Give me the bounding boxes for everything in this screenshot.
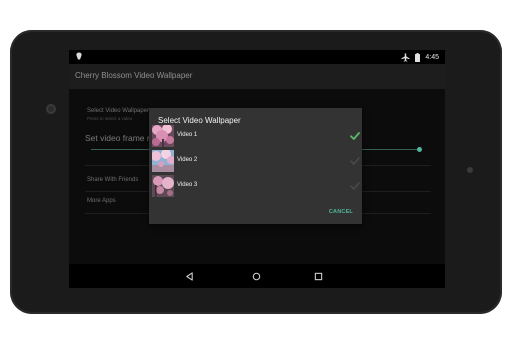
status-icons: 4:45 — [401, 51, 439, 63]
status-time: 4:45 — [425, 53, 439, 61]
notification-icon — [76, 52, 82, 60]
airplane-icon — [401, 52, 410, 62]
select-video-pref-title[interactable]: Select Video Wallpaper — [87, 108, 149, 114]
recents-button[interactable] — [312, 270, 324, 282]
select-video-pref-summary: Press to select a video — [87, 116, 133, 121]
dialog-title: Select Video Wallpaper — [158, 116, 241, 125]
video-thumbnail — [152, 175, 174, 197]
video-thumbnail — [152, 150, 174, 172]
home-icon — [252, 272, 260, 280]
frame-rate-slider-thumb[interactable] — [417, 147, 422, 152]
home-button[interactable] — [250, 270, 262, 282]
front-camera — [46, 104, 56, 114]
back-icon — [185, 271, 193, 281]
video-option-label: Video 1 — [177, 132, 198, 138]
share-pref-title[interactable]: Share With Friends — [87, 177, 138, 183]
video-option-label: Video 3 — [177, 182, 198, 188]
more-apps-pref-title[interactable]: More Apps — [87, 198, 116, 204]
video-option-2[interactable]: Video 2 — [149, 150, 362, 174]
device-sensor — [467, 167, 473, 173]
checkmark-selected-icon — [350, 132, 360, 140]
video-option-1[interactable]: Video 1 — [149, 125, 362, 149]
select-video-dialog: Select Video Wallpaper Video 1 Video 2 V… — [149, 108, 362, 224]
app-bar: Cherry Blossom Video Wallpaper — [69, 64, 445, 89]
cancel-button[interactable]: CANCEL — [329, 209, 353, 215]
battery-icon — [415, 52, 421, 62]
video-thumbnail — [152, 125, 174, 147]
back-button[interactable] — [183, 270, 195, 282]
checkmark-unselected-icon — [350, 182, 360, 190]
recents-icon — [314, 272, 322, 280]
navigation-bar — [69, 264, 445, 288]
video-option-3[interactable]: Video 3 — [149, 175, 362, 199]
checkmark-unselected-icon — [350, 157, 360, 165]
video-option-label: Video 2 — [177, 157, 198, 163]
status-bar: 4:45 — [69, 50, 445, 64]
app-title: Cherry Blossom Video Wallpaper — [75, 71, 193, 80]
